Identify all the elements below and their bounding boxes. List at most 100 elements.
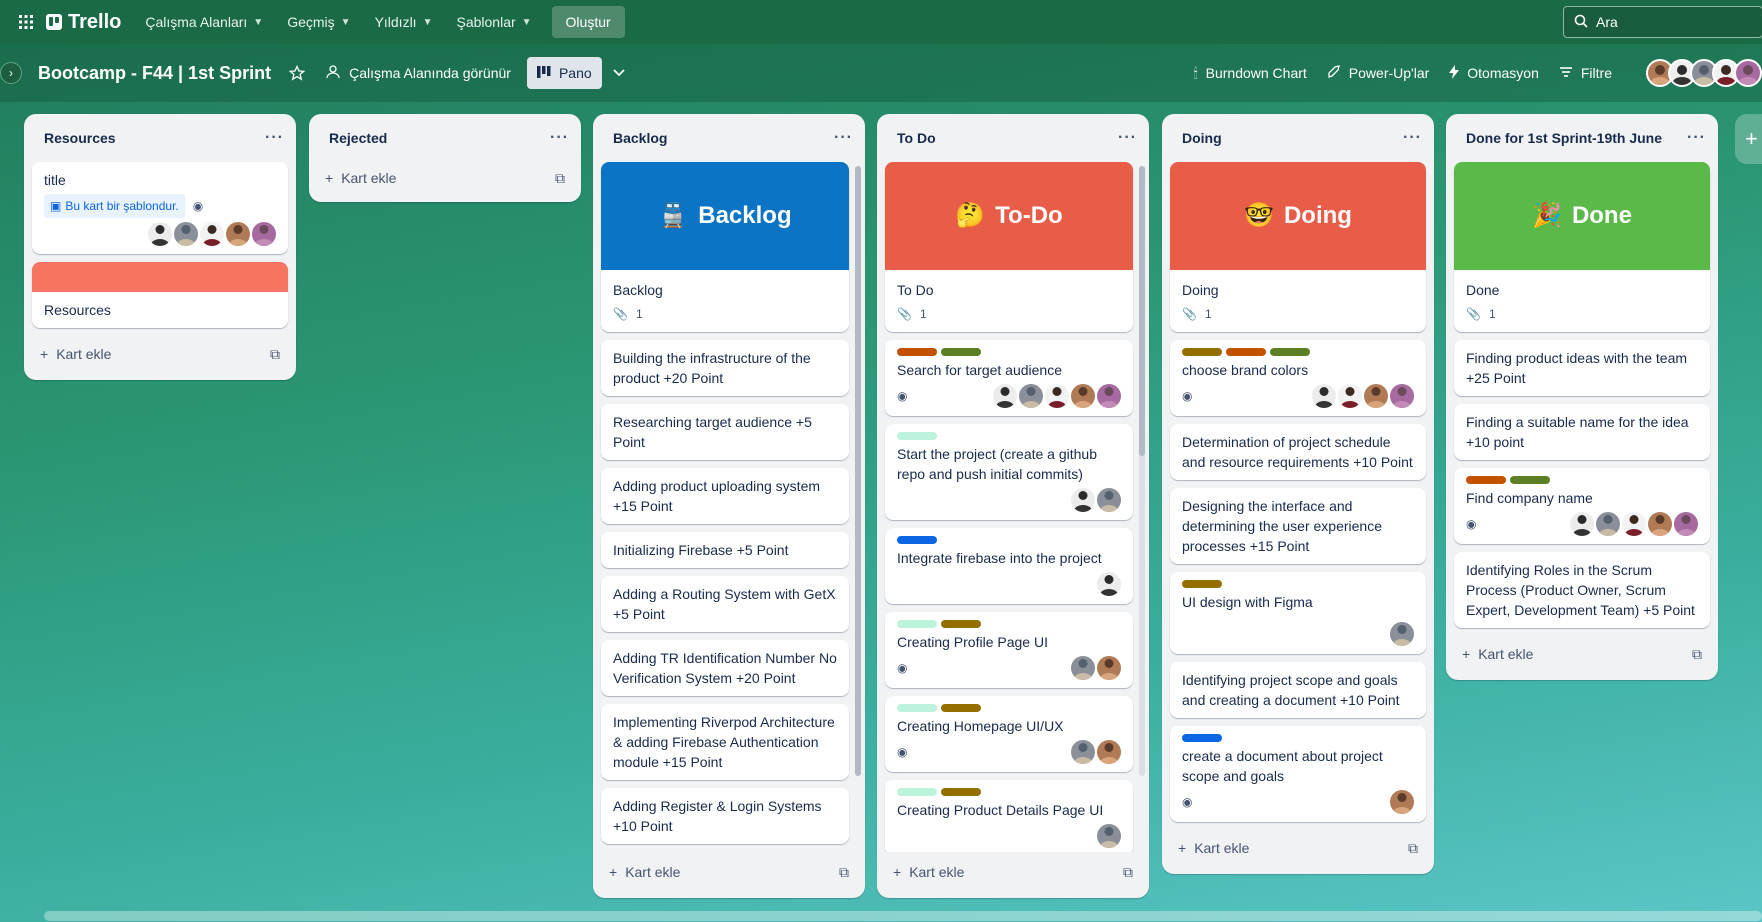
card[interactable]: Initializing Firebase +5 Point [601, 532, 849, 568]
card-doing-cover[interactable]: 🤓 Doing Doing 📎 1 [1170, 162, 1426, 332]
list-menu-icon[interactable]: ··· [550, 129, 569, 147]
list-resources: Resources ··· title ▣ Bu kart bir şablondu… [24, 114, 296, 380]
view-switcher-chevron-icon[interactable] [602, 57, 636, 89]
add-card-button[interactable]: + Kart ekle [40, 346, 111, 362]
scroll-thumb[interactable] [855, 166, 861, 776]
card[interactable]: choose brand colors ◉ [1170, 340, 1426, 416]
board-view-button[interactable]: Pano [526, 57, 602, 89]
list-title[interactable]: Rejected [329, 130, 387, 146]
card[interactable]: Adding Register & Login Systems +10 Poin… [601, 788, 849, 844]
avatar[interactable] [1734, 59, 1762, 87]
visibility-button[interactable]: Çalışma Alanında görünür [315, 57, 521, 89]
card[interactable]: Find company name ◉ [1454, 468, 1710, 544]
menu-starred[interactable]: Yıldızlı ▼ [365, 6, 443, 38]
list-menu-icon[interactable]: ··· [1687, 129, 1706, 147]
list-menu-icon[interactable]: ··· [265, 129, 284, 147]
list-menu-icon[interactable]: ··· [1403, 129, 1422, 147]
list-scrollbar[interactable] [1139, 166, 1145, 776]
add-card-button[interactable]: + Kart ekle [1462, 646, 1533, 662]
avatar [174, 222, 198, 246]
cover-title: To-Do [995, 202, 1063, 229]
add-card-label: Kart ekle [1478, 646, 1534, 662]
card[interactable]: Adding a Routing System with GetX +5 Poi… [601, 576, 849, 632]
automation-button[interactable]: Otomasyon [1439, 57, 1549, 89]
star-board-icon[interactable] [279, 57, 315, 89]
add-list-button[interactable]: + [1735, 114, 1762, 164]
card-cover [32, 262, 288, 292]
card-title: Implementing Riverpod Architecture & add… [613, 714, 835, 770]
card[interactable]: Adding product uploading system +15 Poin… [601, 468, 849, 524]
avatar [1097, 824, 1121, 848]
card[interactable]: Identifying project scope and goals and … [1170, 662, 1426, 718]
create-from-template-icon[interactable]: ⧉ [839, 864, 849, 881]
filter-button[interactable]: Filtre [1549, 57, 1622, 89]
label-yellow [1182, 580, 1222, 588]
card[interactable]: Identifying Roles in the Scrum Process (… [1454, 552, 1710, 628]
list-title[interactable]: Done for 1st Sprint-19th June [1466, 130, 1662, 146]
card[interactable]: Designing the interface and determining … [1170, 488, 1426, 564]
card[interactable]: create a document about project scope an… [1170, 726, 1426, 822]
card[interactable]: Adding TR Identification Number No Verif… [601, 640, 849, 696]
card[interactable]: Researching target audience +5 Point [601, 404, 849, 460]
add-card-button[interactable]: + Kart ekle [893, 864, 964, 880]
power-ups-button[interactable]: Power-Up'lar [1317, 57, 1439, 89]
card-labels [1466, 476, 1698, 484]
card-resources[interactable]: Resources [32, 262, 288, 328]
card-title: Doing [1182, 282, 1219, 298]
plus-icon: + [40, 346, 49, 362]
card-done-cover[interactable]: 🎉 Done Done 📎 1 [1454, 162, 1710, 332]
add-card-button[interactable]: + Kart ekle [1178, 840, 1249, 856]
create-from-template-icon[interactable]: ⧉ [555, 170, 565, 187]
list-menu-icon[interactable]: ··· [834, 129, 853, 147]
card-todo-cover[interactable]: 🤔 To-Do To Do 📎 1 [885, 162, 1133, 332]
sidebar-toggle-icon[interactable]: › [0, 62, 22, 84]
card-cover: 🎉 Done [1454, 162, 1710, 270]
create-button[interactable]: Oluştur [551, 6, 625, 38]
card-backlog-cover[interactable]: 🚆 Backlog Backlog 📎 1 [601, 162, 849, 332]
list-title[interactable]: Backlog [613, 130, 667, 146]
create-from-template-icon[interactable]: ⧉ [1692, 646, 1702, 663]
card[interactable]: Building the infrastructure of the produ… [601, 340, 849, 396]
card[interactable]: Search for target audience ◉ [885, 340, 1133, 416]
cover-title: Backlog [698, 202, 792, 229]
create-from-template-icon[interactable]: ⧉ [270, 346, 280, 363]
card[interactable]: Integrate firebase into the project [885, 528, 1133, 604]
card[interactable]: Finding a suitable name for the idea +10… [1454, 404, 1710, 460]
list-menu-icon[interactable]: ··· [1118, 129, 1137, 147]
scroll-thumb[interactable] [1139, 166, 1145, 456]
list-title[interactable]: Doing [1182, 130, 1222, 146]
card-template-title[interactable]: title ▣ Bu kart bir şablondur. ◉ [32, 162, 288, 254]
board-members[interactable] [1632, 59, 1762, 87]
attachment-count: 1 [1204, 307, 1212, 321]
create-from-template-icon[interactable]: ⧉ [1123, 864, 1133, 881]
burndown-chart-button[interactable]: 🕯 Burndown Chart [1184, 57, 1317, 89]
menu-workspaces[interactable]: Çalışma Alanları ▼ [135, 6, 273, 38]
avatar [252, 222, 276, 246]
trello-logo[interactable]: Trello [46, 11, 121, 34]
board-horizontal-scrollbar[interactable] [44, 911, 1762, 921]
list-scrollbar[interactable] [855, 166, 861, 776]
card[interactable]: Creating Profile Page UI ◉ [885, 612, 1133, 688]
app-switcher-icon[interactable] [10, 6, 42, 38]
card-cover: 🤓 Doing [1170, 162, 1426, 270]
add-card-button[interactable]: + Kart ekle [325, 170, 396, 186]
card[interactable]: Finding product ideas with the team +25 … [1454, 340, 1710, 396]
card[interactable]: Creating Homepage UI/UX ◉ [885, 696, 1133, 772]
card[interactable]: UI design with Figma [1170, 572, 1426, 654]
card-title: Backlog [613, 282, 663, 298]
menu-recent[interactable]: Geçmiş ▼ [277, 6, 360, 38]
card[interactable]: Start the project (create a github repo … [885, 424, 1133, 520]
card[interactable]: Determination of project schedule and re… [1170, 424, 1426, 480]
board-title[interactable]: Bootcamp - F44 | 1st Sprint [38, 63, 271, 84]
card[interactable]: Implementing Riverpod Architecture & add… [601, 704, 849, 780]
add-card-button[interactable]: + Kart ekle [609, 864, 680, 880]
create-from-template-icon[interactable]: ⧉ [1408, 840, 1418, 857]
search-input[interactable]: Ara [1563, 6, 1762, 38]
card-title: title [44, 172, 66, 188]
menu-templates[interactable]: Şablonlar ▼ [446, 6, 541, 38]
avatar [1570, 512, 1594, 536]
list-title[interactable]: Resources [44, 130, 116, 146]
card[interactable]: Creating Product Details Page UI [885, 780, 1133, 852]
avatar [1674, 512, 1698, 536]
list-title[interactable]: To Do [897, 130, 936, 146]
